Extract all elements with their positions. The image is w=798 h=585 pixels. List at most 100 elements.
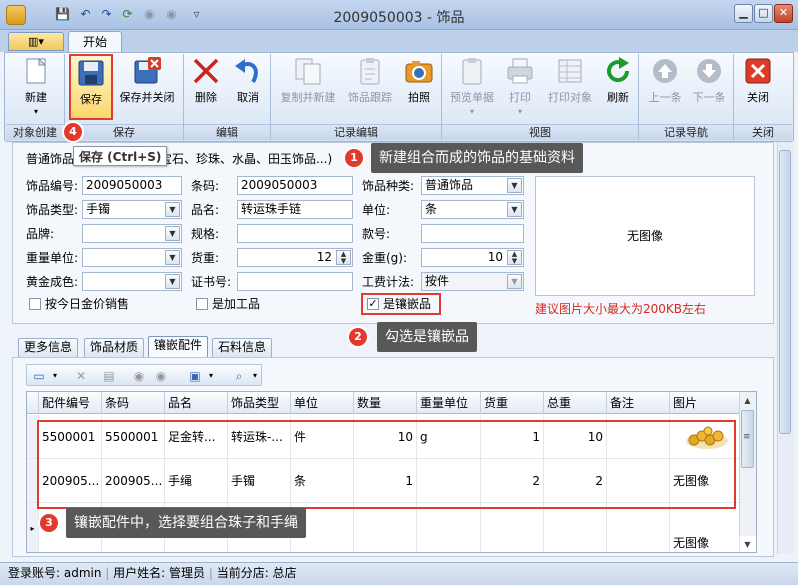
- save-grid-icon[interactable]: ▣: [187, 368, 203, 384]
- spinner-icon[interactable]: ▲ ▼: [507, 250, 522, 265]
- chevron-down-icon[interactable]: ▼: [507, 178, 522, 193]
- prev-record-button[interactable]: 上一条: [644, 56, 686, 104]
- image-box[interactable]: 无图像: [535, 176, 755, 296]
- copy-new-button[interactable]: 复制并新建: [276, 56, 340, 104]
- take-photo-button[interactable]: 拍照: [401, 56, 437, 104]
- chevron-down-icon[interactable]: ▾: [47, 368, 63, 384]
- add-row-icon[interactable]: ▭: [31, 368, 47, 384]
- callout-4-number: 4: [64, 123, 82, 141]
- status-branch: 当前分店: 总店: [216, 566, 297, 580]
- print-button[interactable]: 打印 ▾: [502, 56, 538, 118]
- move-down-icon[interactable]: ◉: [153, 368, 169, 384]
- type-select[interactable]: 手镯 ▼: [82, 200, 182, 219]
- move-up-icon[interactable]: ◉: [131, 368, 147, 384]
- table-cell[interactable]: [354, 503, 417, 552]
- chevron-down-icon[interactable]: ▾: [247, 368, 263, 384]
- delete-row-icon[interactable]: ✕: [73, 368, 89, 384]
- col-header-part-no[interactable]: 配件编号: [39, 392, 102, 414]
- item-tracking-button[interactable]: 饰品跟踪: [343, 56, 397, 104]
- col-header-barcode[interactable]: 条码: [102, 392, 165, 414]
- item-no-input[interactable]: 2009050003: [82, 176, 182, 195]
- col-header-name[interactable]: 品名: [165, 392, 228, 414]
- fee-method-select[interactable]: 按件 ▼: [421, 272, 524, 291]
- maximize-button[interactable]: □: [754, 4, 773, 23]
- gold-color-label: 黄金成色:: [26, 275, 79, 289]
- name-input[interactable]: 转运珠手链: [237, 200, 353, 219]
- table-cell[interactable]: [544, 503, 607, 552]
- edit-row-icon[interactable]: ▤: [101, 368, 117, 384]
- chevron-down-icon[interactable]: ▼: [507, 274, 522, 289]
- top-tab-normal-item[interactable]: 普通饰品: [26, 151, 74, 167]
- brand-select[interactable]: ▼: [82, 224, 182, 243]
- col-header-unit[interactable]: 单位: [291, 392, 354, 414]
- gold-color-select[interactable]: ▼: [82, 272, 182, 291]
- refresh-icon: [603, 56, 633, 86]
- new-document-icon: [21, 56, 51, 86]
- copy-new-icon: [293, 56, 323, 86]
- spec-input[interactable]: [237, 224, 353, 243]
- table-cell[interactable]: 无图像: [670, 503, 740, 552]
- tab-stone-info[interactable]: 石料信息: [212, 338, 272, 357]
- model-input[interactable]: [421, 224, 524, 243]
- col-header-remark[interactable]: 备注: [607, 392, 670, 414]
- col-header-image[interactable]: 图片: [670, 392, 740, 414]
- row-expand-icon[interactable]: ▸: [27, 503, 39, 552]
- gold-weight-input[interactable]: 10 ▲ ▼: [421, 248, 524, 267]
- next-record-button[interactable]: 下一条: [688, 56, 730, 104]
- printer-icon: [505, 56, 535, 86]
- tab-inlay-parts[interactable]: 镶嵌配件: [148, 336, 208, 358]
- cert-input[interactable]: [237, 272, 353, 291]
- search-icon[interactable]: ⌕: [231, 368, 247, 384]
- delete-button[interactable]: 删除: [188, 56, 224, 104]
- chevron-down-icon[interactable]: ▾: [203, 368, 219, 384]
- file-menu-button[interactable]: ▥▾: [8, 32, 64, 51]
- chevron-down-icon[interactable]: ▼: [165, 250, 180, 265]
- window-close-button[interactable]: ✕: [774, 4, 793, 23]
- unit-select[interactable]: 条 ▼: [421, 200, 524, 219]
- undo-arrow-icon: [233, 56, 263, 86]
- processed-checkbox[interactable]: [196, 298, 208, 310]
- col-header-weight[interactable]: 货重: [481, 392, 544, 414]
- kind-select[interactable]: 普通饰品 ▼: [421, 176, 524, 195]
- chevron-down-icon[interactable]: ▼: [165, 226, 180, 241]
- print-object-button[interactable]: 打印对象: [542, 56, 598, 104]
- spinner-icon[interactable]: ▲ ▼: [336, 250, 351, 265]
- weight-unit-select[interactable]: ▼: [82, 248, 182, 267]
- col-header-total-weight[interactable]: 总重: [544, 392, 607, 414]
- minimize-button[interactable]: ▁: [734, 4, 753, 23]
- top-tab-description: 宝石、珍珠、水晶、田玉饰品...): [160, 152, 333, 166]
- save-button[interactable]: 保存: [69, 54, 113, 120]
- barcode-input[interactable]: 2009050003: [237, 176, 353, 195]
- scroll-up-icon[interactable]: ▲: [741, 394, 754, 407]
- weight-unit-label: 重量单位:: [26, 251, 79, 265]
- new-button[interactable]: 新建 ▾: [14, 56, 58, 118]
- preview-doc-button[interactable]: 预览单据 ▾: [446, 56, 498, 118]
- table-cell[interactable]: [417, 503, 481, 552]
- table-cell[interactable]: [607, 503, 670, 552]
- save-and-close-button[interactable]: 保存并关闭: [116, 56, 178, 104]
- selected-rows-highlight: [37, 420, 736, 509]
- col-header-qty[interactable]: 数量: [354, 392, 417, 414]
- today-price-checkbox[interactable]: [29, 298, 41, 310]
- table-cell[interactable]: [481, 503, 544, 552]
- chevron-down-icon[interactable]: ▼: [165, 202, 180, 217]
- cancel-button[interactable]: 取消: [230, 56, 266, 104]
- col-header-weight-unit[interactable]: 重量单位: [417, 392, 481, 414]
- tab-more-info[interactable]: 更多信息: [18, 338, 78, 357]
- group-label-record-nav: 记录导航: [639, 124, 733, 140]
- weight-input[interactable]: 12 ▲ ▼: [237, 248, 353, 267]
- close-button[interactable]: 关闭: [740, 56, 776, 104]
- brand-label: 品牌:: [26, 227, 55, 241]
- chevron-down-icon[interactable]: ▼: [507, 202, 522, 217]
- grip-icon: ≡: [743, 432, 751, 442]
- callout-1-text: 新建组合而成的饰品的基础资料: [371, 143, 583, 173]
- refresh-button[interactable]: 刷新: [602, 56, 634, 104]
- tab-material[interactable]: 饰品材质: [84, 338, 144, 357]
- arrow-up-icon: [650, 56, 680, 86]
- scroll-down-icon[interactable]: ▼: [741, 538, 754, 551]
- col-header-type[interactable]: 饰品类型: [228, 392, 291, 414]
- chevron-down-icon[interactable]: ▼: [165, 274, 180, 289]
- window-scroll-thumb[interactable]: [779, 150, 791, 434]
- tab-start[interactable]: 开始: [68, 31, 122, 53]
- group-label-view: 视图: [442, 124, 638, 140]
